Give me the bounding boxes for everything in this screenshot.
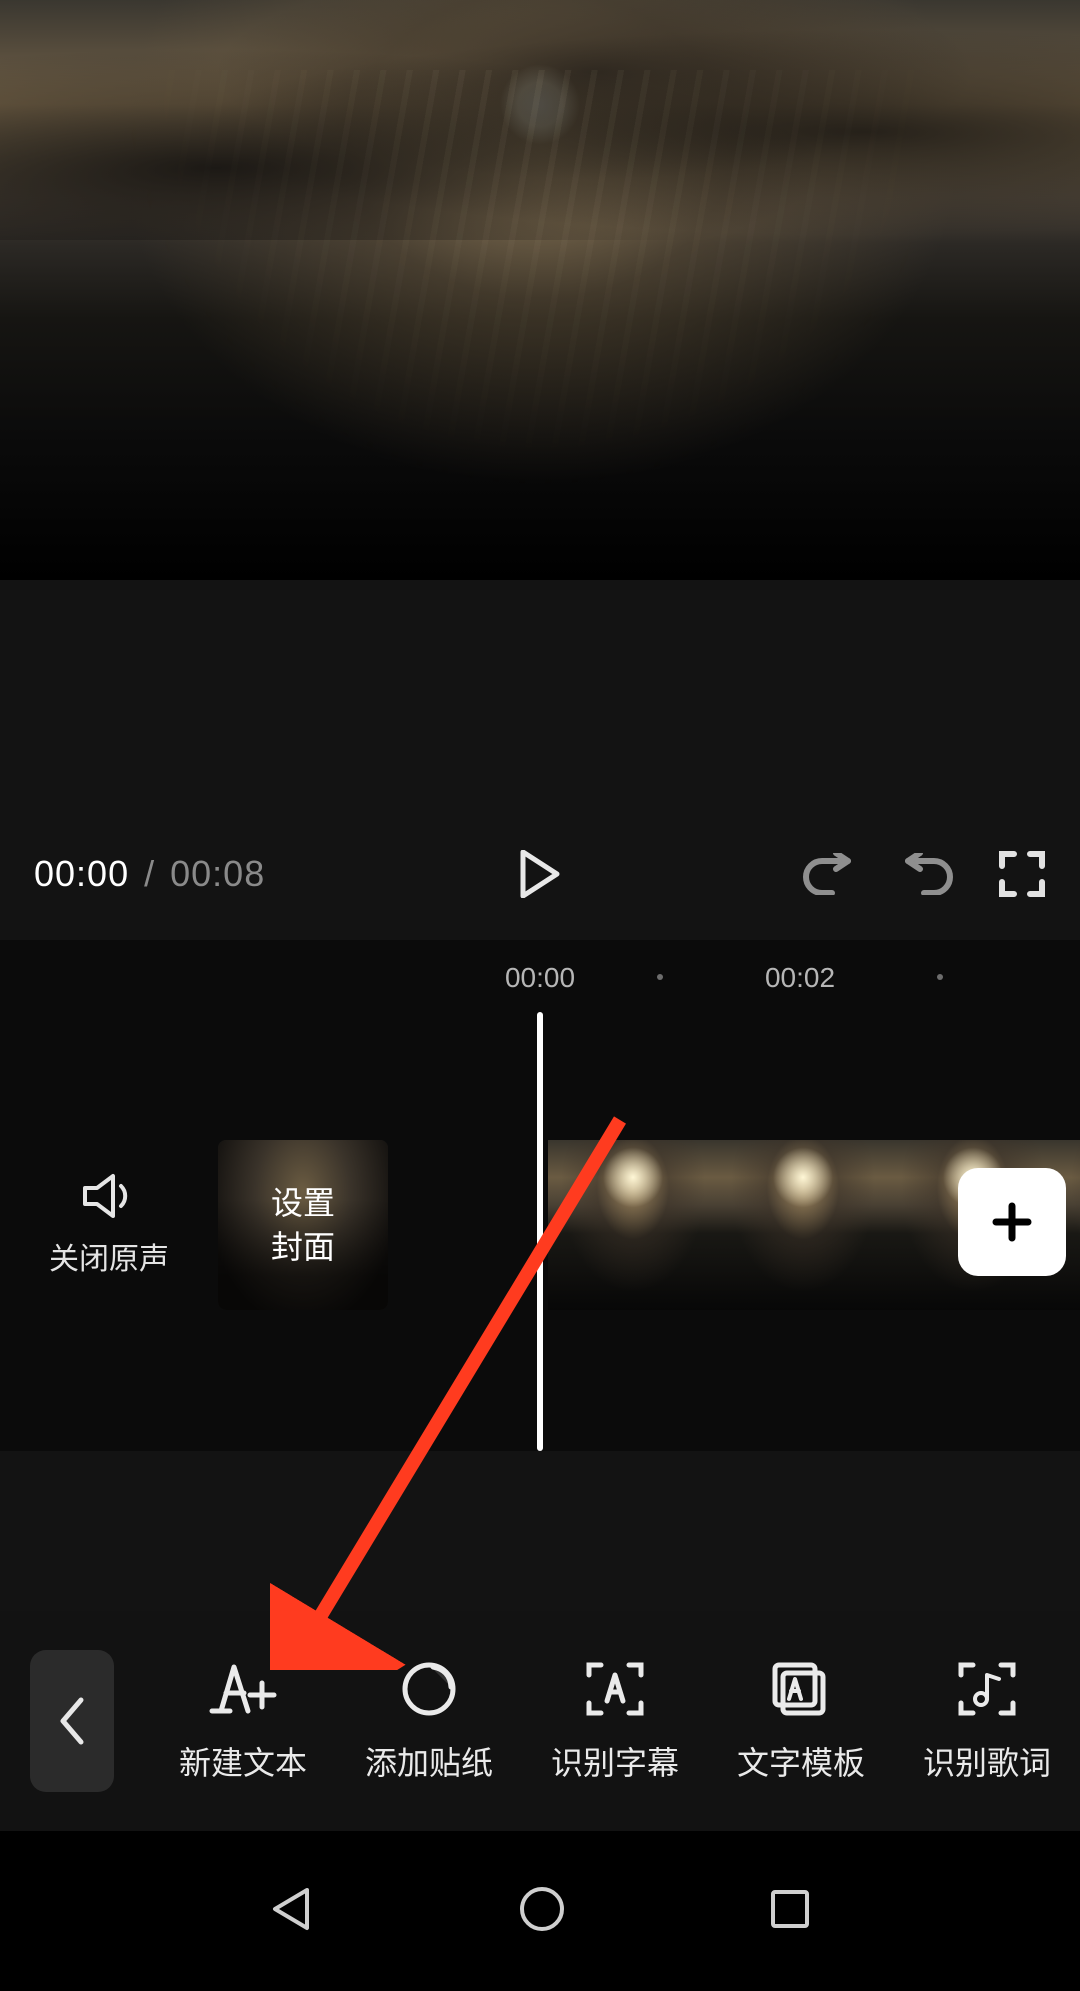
- tool-label: 添加贴纸: [365, 1738, 493, 1784]
- sticker-icon: [400, 1658, 458, 1720]
- preview-decoration: [90, 70, 990, 490]
- lyrics-scan-icon: [957, 1658, 1017, 1720]
- tool-new-text[interactable]: 新建文本: [150, 1658, 336, 1784]
- square-recents-icon: [767, 1886, 813, 1932]
- tool-label: 新建文本: [179, 1738, 307, 1784]
- ruler-tick: 00:02: [765, 962, 835, 994]
- clip-frame: [548, 1140, 718, 1310]
- time-display: 00:00 / 00:08: [34, 853, 265, 895]
- time-separator: /: [140, 853, 159, 894]
- caption-scan-icon: [585, 1658, 645, 1720]
- nav-recents-button[interactable]: [767, 1886, 813, 1937]
- playhead[interactable]: [537, 1012, 543, 1451]
- triangle-back-icon: [267, 1884, 317, 1934]
- mute-original-audio-button[interactable]: 关闭原声: [0, 1172, 218, 1278]
- redo-icon: [900, 853, 954, 895]
- speaker-icon: [81, 1172, 137, 1220]
- nav-home-button[interactable]: [517, 1884, 567, 1939]
- play-icon: [519, 850, 561, 898]
- video-preview[interactable]: [0, 0, 1080, 580]
- total-duration: 00:08: [170, 853, 265, 894]
- set-cover-button[interactable]: 设置 封面: [218, 1140, 388, 1310]
- ruler-tick: 00:00: [505, 962, 575, 994]
- fullscreen-icon: [998, 850, 1046, 898]
- tool-text-template[interactable]: 文字模板: [708, 1658, 894, 1784]
- cover-label: 设置 封面: [271, 1181, 335, 1269]
- add-clip-button[interactable]: [958, 1168, 1066, 1276]
- ruler-dot: [657, 974, 663, 980]
- tool-label: 识别字幕: [551, 1738, 679, 1784]
- system-nav-bar: [0, 1831, 1080, 1991]
- time-ruler: 00:00 00:02: [0, 940, 1080, 1010]
- undo-icon: [802, 853, 856, 895]
- current-time: 00:00: [34, 853, 129, 894]
- clip-frame: [718, 1140, 888, 1310]
- bottom-toolbar: 新建文本 添加贴纸 识: [0, 1611, 1080, 1831]
- tool-auto-caption[interactable]: 识别字幕: [522, 1658, 708, 1784]
- play-button[interactable]: [519, 850, 561, 898]
- tool-label: 文字模板: [737, 1738, 865, 1784]
- plus-icon: [988, 1198, 1036, 1246]
- toolbar-back-button[interactable]: [30, 1650, 114, 1792]
- tool-label: 识别歌词: [923, 1738, 1051, 1784]
- tool-add-sticker[interactable]: 添加贴纸: [336, 1658, 522, 1784]
- player-controls: 00:00 / 00:08: [0, 824, 1080, 924]
- redo-button[interactable]: [900, 853, 954, 895]
- text-template-icon: [769, 1658, 833, 1720]
- circle-home-icon: [517, 1884, 567, 1934]
- timeline[interactable]: 00:00 00:02 关闭原声 设置 封面: [0, 940, 1080, 1451]
- undo-button[interactable]: [802, 853, 856, 895]
- text-add-icon: [204, 1658, 282, 1720]
- mute-label: 关闭原声: [49, 1234, 169, 1278]
- chevron-left-icon: [57, 1696, 87, 1746]
- tool-auto-lyrics[interactable]: 识别歌词: [894, 1658, 1080, 1784]
- ruler-dot: [937, 974, 943, 980]
- fullscreen-button[interactable]: [998, 850, 1046, 898]
- nav-back-button[interactable]: [267, 1884, 317, 1939]
